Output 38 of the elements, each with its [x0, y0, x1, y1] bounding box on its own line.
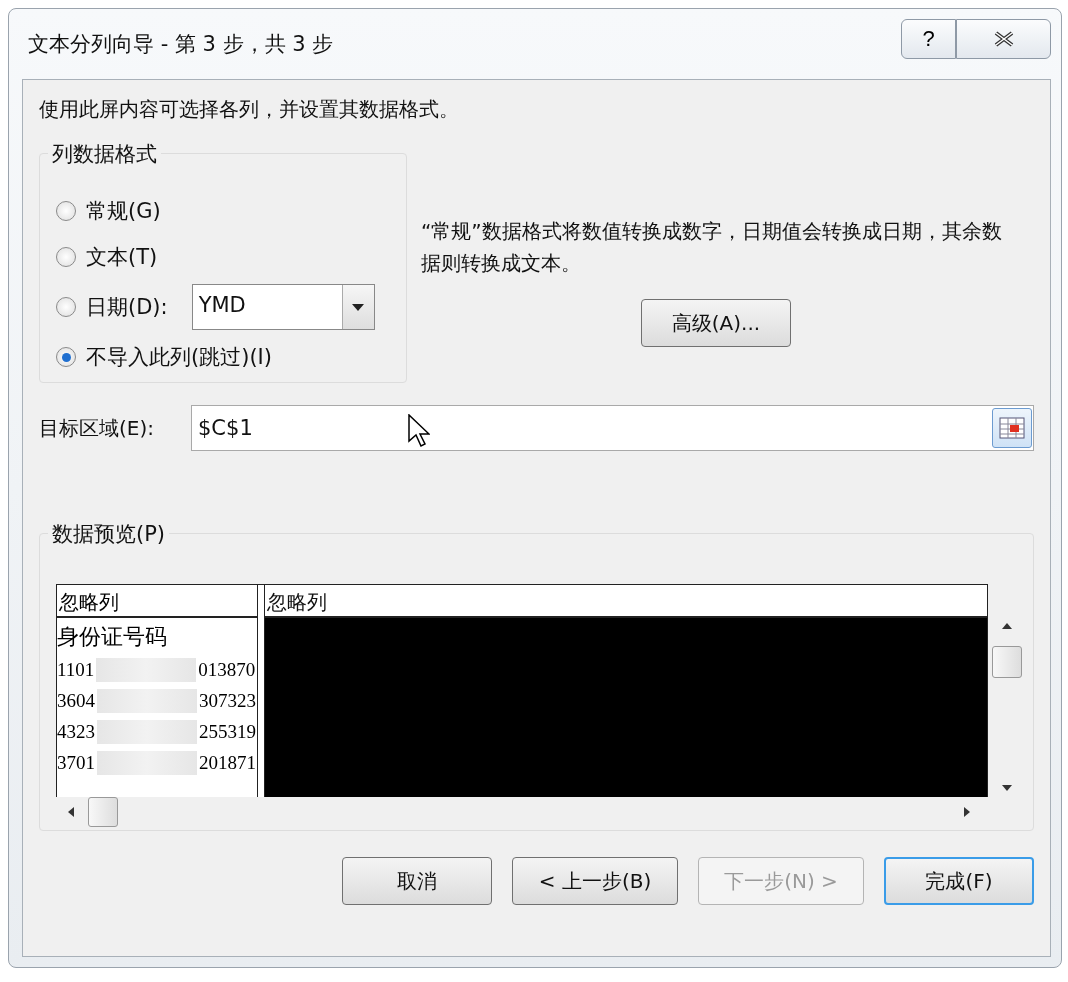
scroll-up-icon[interactable]: [1002, 621, 1012, 631]
radio-circle[interactable]: [56, 201, 76, 221]
scroll-right-icon[interactable]: [962, 807, 972, 817]
table-cell-text: 身份证号码: [57, 623, 168, 651]
range-picker-button[interactable]: [992, 408, 1032, 448]
destination-label: 目标区域(E):: [39, 414, 155, 442]
advanced-button[interactable]: 高级(A)...: [641, 299, 791, 347]
description-text: “常规”数据格式将数值转换成数字，日期值会转换成日期，其余数据则转换成文本。: [421, 218, 1003, 277]
close-icon: [992, 30, 1015, 48]
help-button[interactable]: ?: [901, 19, 956, 59]
window-title: 文本分列向导 - 第 3 步，共 3 步: [27, 31, 334, 58]
radio-circle[interactable]: [56, 247, 76, 267]
table-cell-text: 4323 255319: [57, 718, 257, 746]
instruction-text: 使用此屏内容可选择各列，并设置其数据格式。: [39, 96, 460, 123]
dialog-button[interactable]: 取消: [342, 857, 492, 905]
scroll-left-icon[interactable]: [66, 807, 76, 817]
radio-option[interactable]: 常规(G): [56, 197, 161, 225]
scroll-thumb[interactable]: [88, 797, 118, 827]
radio-option[interactable]: 不导入此列(跳过)(I): [56, 343, 272, 371]
scroll-thumb[interactable]: [992, 646, 1022, 678]
radio-circle[interactable]: [56, 297, 76, 317]
mouse-cursor-icon: [408, 414, 430, 448]
caret-icon: [352, 303, 365, 311]
table-cell-text: 3701 201871: [57, 749, 257, 777]
dialog-button[interactable]: 完成(F): [884, 857, 1034, 905]
table-cell-text: 3604 307323: [57, 687, 257, 715]
radio-option[interactable]: 日期(D):: [56, 293, 168, 321]
table-cell-text: 1101 013870: [57, 656, 257, 684]
dialog-button[interactable]: < 上一步(B): [512, 857, 678, 905]
grid-icon: [999, 417, 1025, 439]
radio-option[interactable]: 文本(T): [56, 243, 158, 271]
date-dropdown[interactable]: YMD: [191, 284, 375, 330]
dropdown-button[interactable]: [341, 285, 374, 329]
radio-circle[interactable]: [56, 347, 76, 367]
destination-field[interactable]: $C$1: [191, 405, 1034, 451]
close-button[interactable]: [956, 19, 1051, 59]
column-separator[interactable]: [257, 585, 265, 797]
scroll-down-icon[interactable]: [1002, 783, 1012, 793]
